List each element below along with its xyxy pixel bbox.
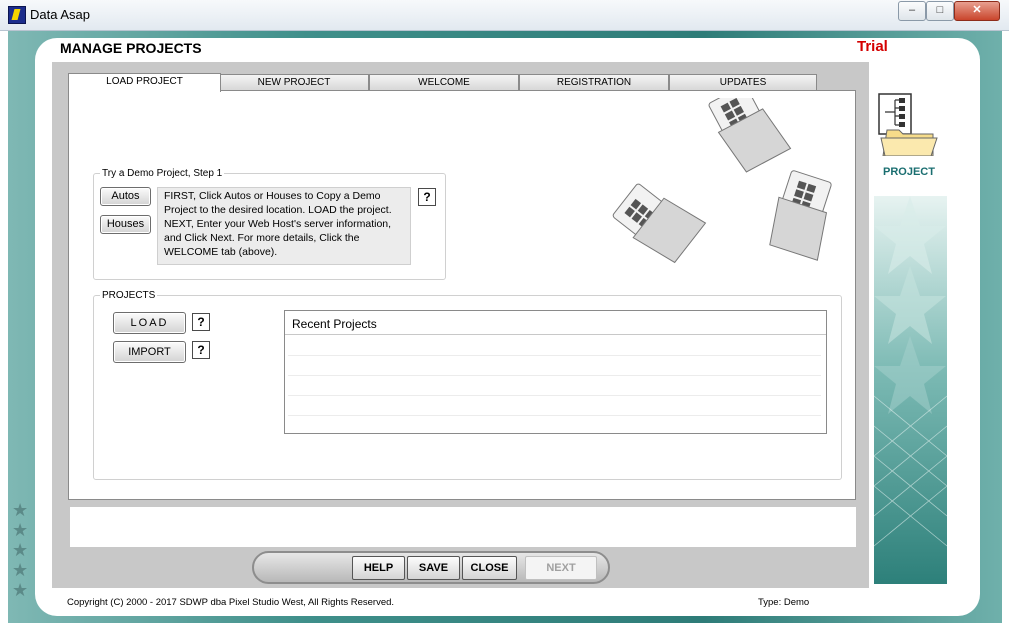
copyright-text: Copyright (C) 2000 - 2017 SDWP dba Pixel… <box>67 597 395 608</box>
houses-button[interactable]: Houses <box>100 215 151 234</box>
load-button[interactable]: LOAD <box>113 312 186 334</box>
project-illustration <box>612 98 832 264</box>
window-title: Data Asap <box>30 7 90 22</box>
recent-projects-header: Recent Projects <box>285 311 826 335</box>
maximize-button[interactable]: □ <box>926 1 954 21</box>
page-title: MANAGE PROJECTS <box>60 40 202 56</box>
close-button[interactable]: CLOSE <box>462 556 517 580</box>
star-icon: ★ <box>12 580 29 600</box>
star-icon: ★ <box>12 520 29 540</box>
sidebar-project-panel[interactable] <box>871 88 947 194</box>
app-logo-icon <box>8 6 26 24</box>
card-icon <box>708 98 792 173</box>
star-icon: ★ <box>12 540 29 560</box>
demo-help-button[interactable]: ? <box>418 188 436 206</box>
license-type: Type: Demo <box>758 597 810 608</box>
sidebar-project-label: PROJECT <box>883 166 935 178</box>
tab-load-project[interactable]: LOAD PROJECT <box>68 73 221 92</box>
list-item[interactable] <box>288 376 821 396</box>
sidebar-decoration <box>874 196 947 584</box>
load-help-button[interactable]: ? <box>192 313 210 331</box>
list-item[interactable] <box>288 356 821 376</box>
demo-instructions: FIRST, Click Autos or Houses to Copy a D… <box>157 187 411 265</box>
trial-badge: Trial <box>857 38 888 55</box>
star-pattern-icon <box>874 196 947 547</box>
autos-button[interactable]: Autos <box>100 187 151 206</box>
save-button[interactable]: SAVE <box>407 556 460 580</box>
list-item[interactable] <box>288 413 821 432</box>
title-bar: Data Asap – □ ✕ <box>0 0 1009 31</box>
card-icon <box>769 170 832 261</box>
close-window-button[interactable]: ✕ <box>954 1 1000 21</box>
import-help-button[interactable]: ? <box>192 341 210 359</box>
star-icon: ★ <box>12 560 29 580</box>
stars-decoration: ★ ★ ★ ★ ★ <box>12 500 30 600</box>
help-button[interactable]: HELP <box>352 556 405 580</box>
project-folder-icon <box>878 93 938 156</box>
status-area <box>70 507 856 547</box>
next-button[interactable]: NEXT <box>525 556 597 580</box>
minimize-button[interactable]: – <box>898 1 926 21</box>
star-icon: ★ <box>12 500 29 520</box>
projects-legend: PROJECTS <box>102 290 156 301</box>
recent-projects-list: Recent Projects <box>284 310 827 434</box>
import-button[interactable]: IMPORT <box>113 341 186 363</box>
demo-legend: Try a Demo Project, Step 1 <box>102 168 223 179</box>
card-icon <box>612 183 707 264</box>
list-item[interactable] <box>288 336 821 356</box>
